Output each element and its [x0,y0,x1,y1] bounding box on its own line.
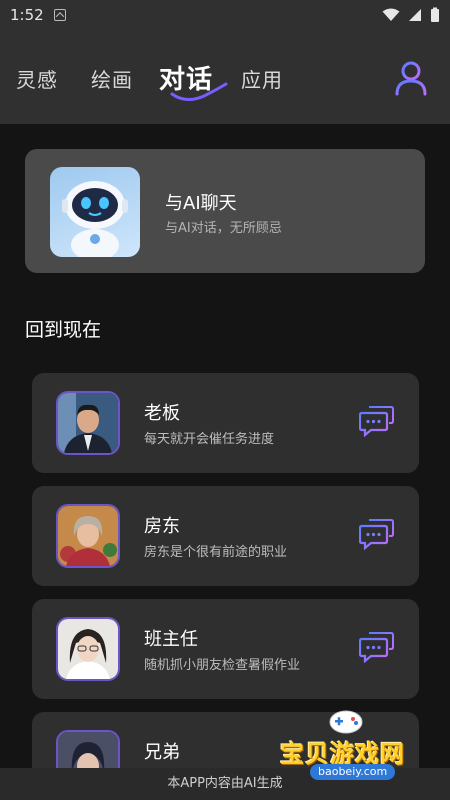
status-bar: 1:52 [0,0,450,30]
landlord-portrait-icon [58,506,118,566]
robot-icon [62,181,128,257]
character-name: 兄弟 [144,742,180,763]
character-name: 班主任 [144,629,198,650]
gamepad-icon [329,710,363,734]
boss-portrait-icon [58,393,118,453]
character-desc: 每天就开会催任务进度 [144,432,275,447]
character-card-landlord[interactable]: 房东 房东是个很有前途的职业 [32,486,419,586]
watermark-url: baobeiy.com [310,764,396,780]
character-avatar [56,391,120,455]
chat-bubble-icon[interactable] [359,403,395,437]
chat-bubble-icon[interactable] [359,516,395,550]
tab-drawing[interactable]: 绘画 [91,64,133,93]
active-tab-indicator [170,82,228,101]
tab-apps[interactable]: 应用 [241,64,283,93]
robot-avatar [50,167,140,257]
ai-chat-subtitle: 与AI对话，无所顾忌 [165,221,282,236]
character-card-boss[interactable]: 老板 每天就开会催任务进度 [32,373,419,473]
watermark-logo: 宝贝游戏网 baobeiy.com [272,706,422,788]
ai-chat-title: 与AI聊天 [165,193,237,214]
signal-icon [409,9,421,21]
section-title: 回到现在 [25,319,102,341]
tab-inspiration[interactable]: 灵感 [16,64,58,93]
teacher-portrait-icon [58,619,118,679]
battery-icon [431,7,439,22]
character-desc: 随机抓小朋友检查暑假作业 [144,658,301,673]
chat-bubble-icon[interactable] [359,629,395,663]
top-nav: 灵感 绘画 对话 应用 [0,30,450,124]
ai-chat-card[interactable]: 与AI聊天 与AI对话，无所顾忌 [25,149,425,273]
status-time: 1:52 [10,6,44,24]
wifi-icon [382,8,400,21]
character-name: 房东 [144,516,180,537]
character-avatar [56,504,120,568]
character-avatar [56,617,120,681]
character-card-teacher[interactable]: 班主任 随机抓小朋友检查暑假作业 [32,599,419,699]
character-desc: 房东是个很有前途的职业 [144,545,288,560]
character-name: 老板 [144,403,180,424]
notification-icon [53,9,66,21]
user-icon[interactable] [393,60,429,96]
